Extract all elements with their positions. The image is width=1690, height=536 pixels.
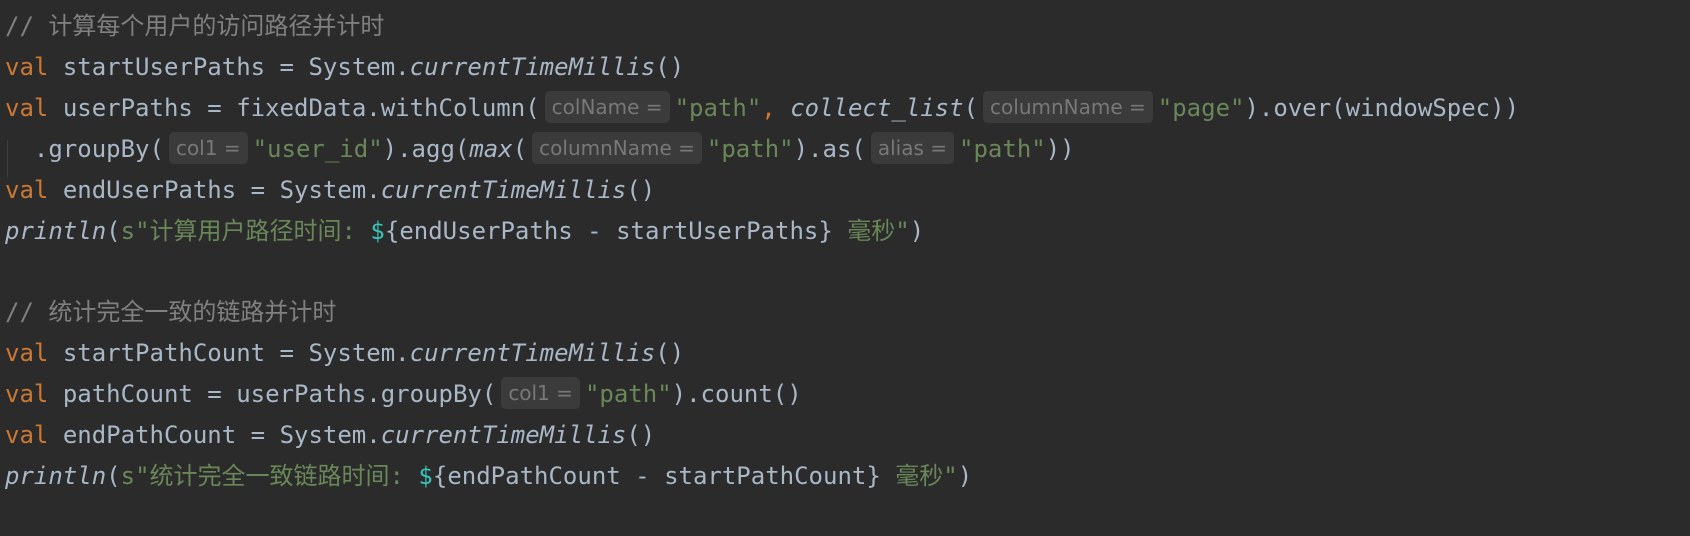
interpolation-dollar: $ <box>370 217 385 245</box>
variable-name: endPathCount <box>62 421 237 449</box>
parameter-hint: columnName = <box>983 91 1153 123</box>
parameter-hint: colName = <box>544 91 670 123</box>
paren-close: ) <box>909 217 925 245</box>
interpolation-expression: {endUserPaths - startUserPaths} <box>384 217 833 245</box>
method-call-tail: ).count() <box>671 380 802 408</box>
paren-open: ( <box>963 94 979 122</box>
parameter-hint: columnName = <box>532 132 702 164</box>
method-call: ).agg( <box>382 135 470 163</box>
method-call-tail: ).over(windowSpec)) <box>1244 94 1520 122</box>
string-literal: "page" <box>1157 94 1245 122</box>
string-literal: "path" <box>674 94 762 122</box>
code-line-3[interactable]: val userPaths = fixedData.withColumn(col… <box>0 86 1519 130</box>
system-object: System. <box>308 53 410 81</box>
code-line-6[interactable]: println(s"计算用户路径时间: ${endUserPaths - sta… <box>0 209 924 253</box>
operator-assign: = <box>236 176 280 204</box>
variable-name: userPaths <box>62 94 193 122</box>
string-literal: 毫秒" <box>880 462 958 490</box>
code-line-8[interactable]: // 统计完全一致的链路并计时 <box>0 290 336 334</box>
string-literal: "user_id" <box>252 135 383 163</box>
system-object: System. <box>279 176 381 204</box>
operator-assign: = <box>265 339 309 367</box>
code-line-9[interactable]: val startPathCount = System.currentTimeM… <box>0 331 684 375</box>
function-name: collect_list <box>790 94 964 122</box>
variable-name: startUserPaths <box>62 53 266 81</box>
parameter-hint: col1 = <box>501 377 580 409</box>
paren-open: ( <box>106 462 121 490</box>
code-line-2[interactable]: val startUserPaths = System.currentTimeM… <box>0 45 684 89</box>
method-call: userPaths.groupBy( <box>236 380 497 408</box>
operator-assign: = <box>192 380 237 408</box>
parens: () <box>626 176 656 204</box>
method-call-tail: )) <box>1045 135 1075 163</box>
code-line-1[interactable]: // 计算每个用户的访问路径并计时 <box>0 4 384 48</box>
method-name: currentTimeMillis <box>380 421 627 449</box>
keyword-val: val <box>5 53 49 81</box>
method-call: fixedData.withColumn( <box>236 94 540 122</box>
parens: () <box>626 421 656 449</box>
function-name: println <box>5 217 107 245</box>
string-prefix: s <box>120 462 136 490</box>
method-name: currentTimeMillis <box>409 53 656 81</box>
method-name: currentTimeMillis <box>409 339 656 367</box>
method-call: ).as( <box>793 135 866 163</box>
string-literal: "计算用户路径时间: <box>135 217 371 245</box>
paren-close: ) <box>957 462 973 490</box>
interpolation-dollar: $ <box>418 462 433 490</box>
method-call: .groupBy( <box>5 135 164 163</box>
keyword-val: val <box>5 339 49 367</box>
string-literal: "path" <box>584 380 672 408</box>
code-line-11[interactable]: val endPathCount = System.currentTimeMil… <box>0 413 655 457</box>
variable-name: endUserPaths <box>62 176 237 204</box>
keyword-val: val <box>5 421 49 449</box>
code-comment: // 计算每个用户的访问路径并计时 <box>5 12 385 40</box>
string-literal: "统计完全一致链路时间: <box>135 462 419 490</box>
code-comment: // 统计完全一致的链路并计时 <box>5 298 337 326</box>
interpolation-expression: {endPathCount - startPathCount} <box>432 462 881 490</box>
method-name: currentTimeMillis <box>380 176 627 204</box>
keyword-val: val <box>5 380 49 408</box>
function-name: println <box>5 462 107 490</box>
paren-open: ( <box>512 135 528 163</box>
operator-assign: = <box>265 53 309 81</box>
keyword-val: val <box>5 176 49 204</box>
system-object: System. <box>279 421 381 449</box>
code-line-5[interactable]: val endUserPaths = System.currentTimeMil… <box>0 168 655 212</box>
comma: , <box>761 94 791 122</box>
parameter-hint: alias = <box>870 132 955 164</box>
parens: () <box>655 53 685 81</box>
parens: () <box>655 339 685 367</box>
keyword-val: val <box>5 94 49 122</box>
code-line-10[interactable]: val pathCount = userPaths.groupBy(col1 =… <box>0 372 802 416</box>
string-prefix: s <box>120 217 136 245</box>
system-object: System. <box>308 339 410 367</box>
variable-name: pathCount <box>62 380 193 408</box>
parameter-hint: col1 = <box>168 132 248 164</box>
function-name: max <box>469 135 513 163</box>
operator-assign: = <box>236 421 280 449</box>
string-literal: 毫秒" <box>832 217 910 245</box>
string-literal: "path" <box>706 135 794 163</box>
paren-open: ( <box>106 217 121 245</box>
operator-assign: = <box>192 94 237 122</box>
variable-name: startPathCount <box>62 339 266 367</box>
code-line-12[interactable]: println(s"统计完全一致链路时间: ${endPathCount - s… <box>0 454 972 498</box>
string-literal: "path" <box>959 135 1046 163</box>
code-editor[interactable]: // 计算每个用户的访问路径并计时 val startUserPaths = S… <box>0 0 1690 536</box>
code-line-4[interactable]: .groupBy(col1 = "user_id").agg(max(column… <box>0 127 1075 171</box>
